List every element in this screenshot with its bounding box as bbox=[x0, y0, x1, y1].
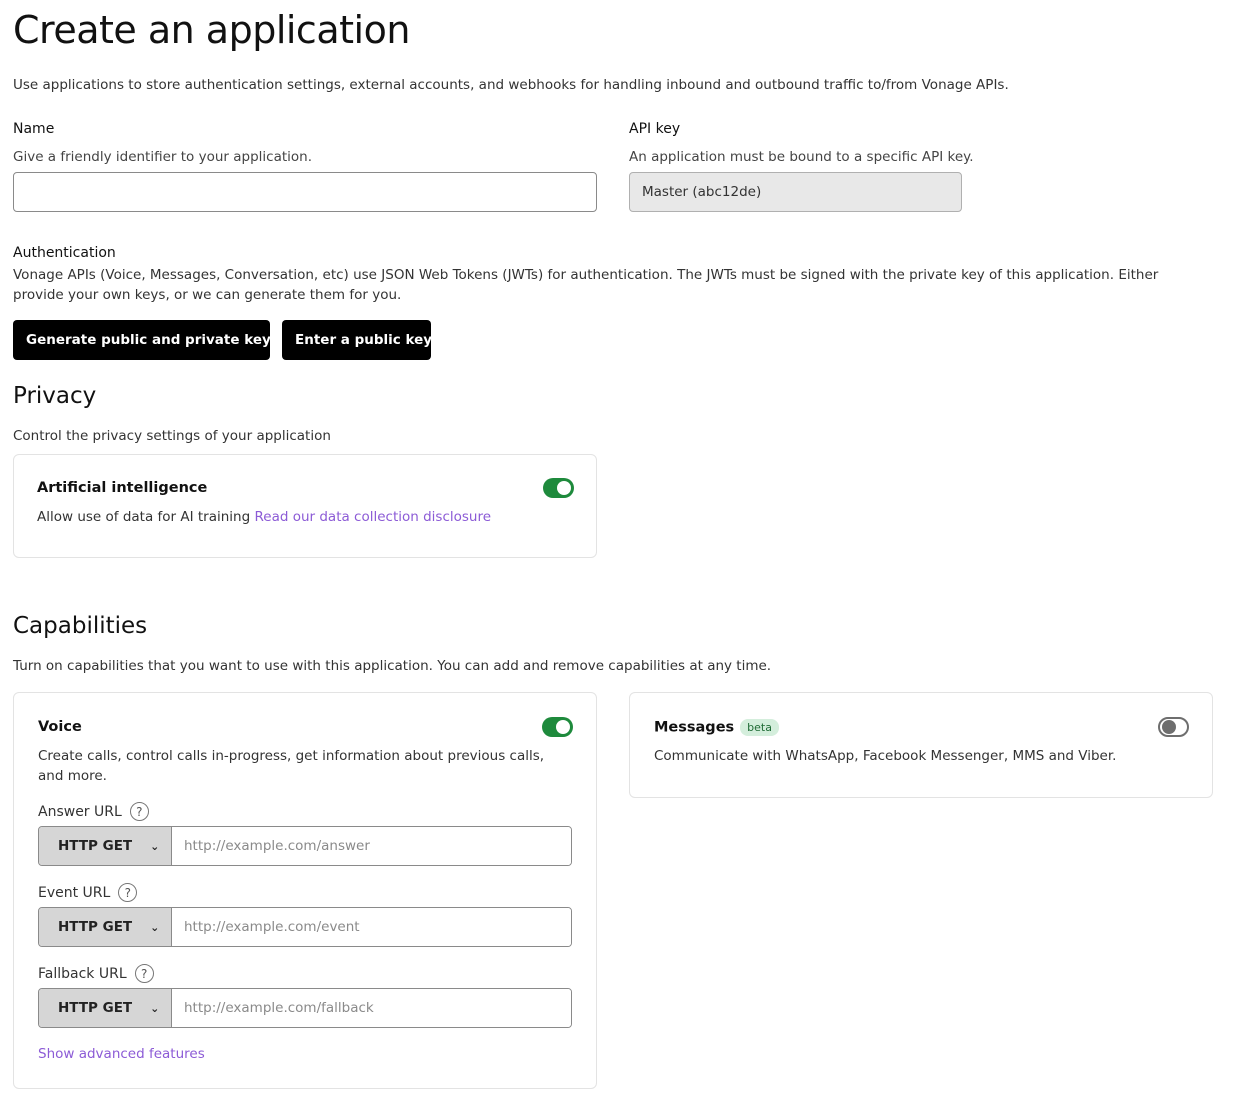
api-key-selected-value: Master (abc12de) bbox=[642, 184, 762, 200]
fallback-url-label: Fallback URL ? bbox=[38, 964, 154, 983]
answer-url-row: HTTP GET ⌄ bbox=[38, 826, 572, 866]
enter-public-key-button[interactable]: Enter a public key bbox=[282, 320, 433, 360]
voice-toggle[interactable] bbox=[542, 717, 573, 737]
event-method-select[interactable]: HTTP GET ⌄ bbox=[39, 908, 172, 946]
ai-privacy-card: Artificial intelligence Allow use of dat… bbox=[13, 454, 597, 558]
voice-description: Create calls, control calls in-progress,… bbox=[38, 748, 545, 784]
answer-url-label: Answer URL ? bbox=[38, 802, 149, 821]
api-key-select[interactable]: Master (abc12de) bbox=[629, 172, 962, 212]
voice-title: Voice bbox=[38, 719, 82, 735]
ai-card-description: Allow use of data for AI training bbox=[37, 509, 251, 525]
page-intro: Use applications to store authentication… bbox=[13, 77, 1009, 93]
messages-card: Messages beta Communicate with WhatsApp, … bbox=[629, 692, 1213, 798]
help-icon[interactable]: ? bbox=[134, 964, 154, 983]
beta-badge: beta bbox=[740, 719, 779, 736]
event-url-row: HTTP GET ⌄ bbox=[38, 907, 572, 947]
messages-title-row: Messages beta bbox=[654, 719, 779, 736]
privacy-title: Privacy bbox=[13, 383, 97, 409]
fallback-method-select[interactable]: HTTP GET ⌄ bbox=[39, 989, 172, 1027]
toggle-knob bbox=[1162, 720, 1176, 734]
page-title: Create an application bbox=[13, 8, 410, 52]
event-url-label-text: Event URL bbox=[38, 884, 111, 901]
event-url-input[interactable] bbox=[172, 908, 571, 946]
authentication-label: Authentication bbox=[13, 245, 116, 261]
chevron-down-icon: ⌄ bbox=[150, 839, 160, 853]
ai-card-text: Allow use of data for AI training Read o… bbox=[37, 507, 491, 527]
generate-keys-label: Generate public and private key bbox=[26, 332, 271, 348]
voice-card: Voice Create calls, control calls in-pro… bbox=[13, 692, 597, 1089]
name-label: Name bbox=[13, 121, 55, 137]
answer-url-input[interactable] bbox=[172, 827, 571, 865]
messages-description: Communicate with WhatsApp, Facebook Mess… bbox=[654, 748, 1117, 764]
fallback-url-label-text: Fallback URL bbox=[38, 965, 127, 982]
event-method-value: HTTP GET bbox=[58, 919, 133, 935]
info-icon: i bbox=[272, 331, 278, 349]
name-help: Give a friendly identifier to your appli… bbox=[13, 149, 313, 165]
generate-keys-button[interactable]: Generate public and private key i bbox=[13, 320, 278, 360]
chevron-down-icon: ⌄ bbox=[150, 1001, 160, 1015]
fallback-url-input[interactable] bbox=[172, 989, 571, 1027]
name-input[interactable] bbox=[13, 172, 597, 212]
answer-method-select[interactable]: HTTP GET ⌄ bbox=[39, 827, 172, 865]
fallback-method-value: HTTP GET bbox=[58, 1000, 133, 1016]
help-icon[interactable]: ? bbox=[118, 883, 138, 902]
privacy-description: Control the privacy settings of your app… bbox=[13, 428, 331, 444]
toggle-knob bbox=[557, 481, 571, 495]
ai-card-title: Artificial intelligence bbox=[37, 480, 208, 496]
api-key-help: An application must be bound to a specif… bbox=[629, 149, 974, 165]
data-disclosure-link[interactable]: Read our data collection disclosure bbox=[254, 509, 491, 525]
show-advanced-link[interactable]: Show advanced features bbox=[38, 1046, 205, 1062]
enter-public-key-label: Enter a public key bbox=[295, 332, 433, 348]
ai-toggle[interactable] bbox=[543, 478, 574, 498]
messages-toggle[interactable] bbox=[1158, 717, 1189, 737]
messages-title: Messages bbox=[654, 719, 735, 736]
toggle-knob bbox=[556, 720, 570, 734]
capabilities-description: Turn on capabilities that you want to us… bbox=[13, 658, 772, 674]
api-key-label: API key bbox=[629, 121, 681, 137]
capabilities-title: Capabilities bbox=[13, 613, 148, 639]
answer-url-label-text: Answer URL bbox=[38, 803, 122, 820]
authentication-description: Vonage APIs (Voice, Messages, Conversati… bbox=[13, 267, 1159, 303]
chevron-down-icon: ⌄ bbox=[150, 920, 160, 934]
fallback-url-row: HTTP GET ⌄ bbox=[38, 988, 572, 1028]
answer-method-value: HTTP GET bbox=[58, 838, 133, 854]
event-url-label: Event URL ? bbox=[38, 883, 138, 902]
help-icon[interactable]: ? bbox=[129, 802, 149, 821]
